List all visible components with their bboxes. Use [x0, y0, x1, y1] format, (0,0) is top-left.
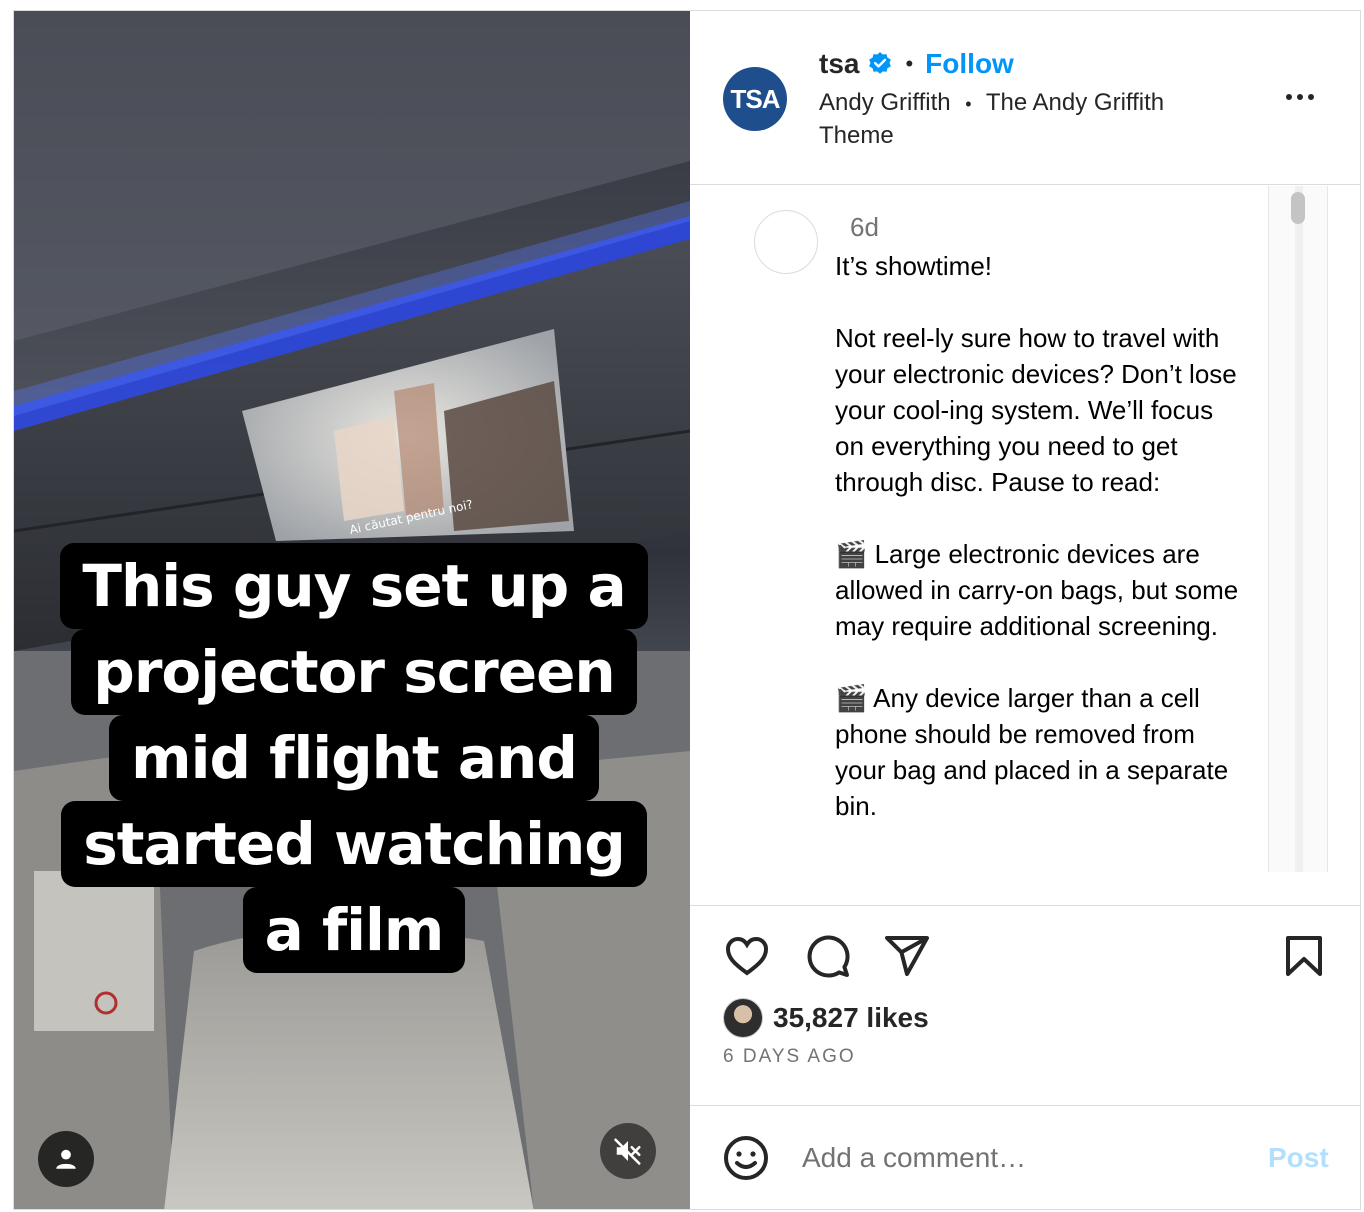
post-header: TSA tsa • Follow Andy Griffith • The And…: [690, 11, 1360, 185]
add-comment-bar: Post: [690, 1105, 1360, 1209]
likes-count[interactable]: 35,827 likes: [773, 1002, 929, 1034]
share-icon[interactable]: [883, 932, 931, 980]
post-dialog: Ai căutat pentru noi? This guy set up a …: [13, 10, 1361, 1210]
caption-line: This guy set up a: [60, 543, 648, 629]
post-actions: 35,827 likes 6 DAYS AGO: [690, 905, 1360, 1105]
user-tag-icon: [56, 1149, 76, 1169]
separator-dot: •: [965, 94, 972, 114]
profile-avatar[interactable]: TSA: [723, 67, 787, 131]
tagged-users-button[interactable]: [38, 1131, 94, 1187]
caption-line: projector screen: [71, 629, 637, 715]
comment-icon[interactable]: [803, 932, 851, 980]
likes-row[interactable]: 35,827 likes: [723, 998, 929, 1038]
caption-line: mid flight and: [109, 715, 599, 801]
post-date[interactable]: 6 DAYS AGO: [723, 1046, 856, 1068]
follow-button[interactable]: Follow: [925, 48, 1014, 80]
comments-section[interactable]: 6d It’s showtime! Not reel-ly sure how t…: [690, 186, 1360, 872]
post-comment-button[interactable]: Post: [1268, 1142, 1329, 1174]
bookmark-icon[interactable]: [1280, 932, 1328, 980]
heart-icon[interactable]: [723, 932, 771, 980]
video-caption: This guy set up a projector screen mid f…: [44, 543, 664, 973]
comment-input[interactable]: [802, 1136, 1232, 1180]
audio-artist[interactable]: Andy Griffith: [819, 89, 951, 116]
caption-line: started watching: [61, 801, 647, 887]
more-options-button[interactable]: [1286, 87, 1322, 107]
more-horizontal-icon: [1286, 94, 1292, 100]
comment-timestamp[interactable]: 6d: [850, 212, 879, 243]
emoji-icon[interactable]: [722, 1134, 770, 1182]
scrollbar[interactable]: [1268, 186, 1328, 872]
user-line: tsa • Follow: [819, 47, 1014, 81]
post-caption-text: It’s showtime! Not reel-ly sure how to t…: [835, 251, 1239, 821]
separator-dot: •: [905, 51, 914, 76]
caption-line: a film: [242, 887, 466, 973]
scrollbar-thumb[interactable]: [1291, 192, 1305, 224]
username-link[interactable]: tsa: [819, 48, 859, 80]
audio-attribution[interactable]: Andy Griffith • The Andy Griffith Theme: [819, 87, 1219, 152]
caption-avatar[interactable]: [754, 210, 818, 274]
muted-speaker-icon: [614, 1138, 641, 1165]
scrollbar-track: [1291, 186, 1305, 872]
liker-avatar[interactable]: [723, 998, 763, 1038]
more-dot: [1297, 94, 1303, 100]
verified-badge-icon: [869, 52, 892, 74]
mute-toggle-button[interactable]: [600, 1123, 656, 1179]
reel-video[interactable]: Ai căutat pentru noi? This guy set up a …: [14, 11, 690, 1209]
more-dot: [1308, 94, 1314, 100]
post-details: TSA tsa • Follow Andy Griffith • The And…: [690, 11, 1360, 1209]
